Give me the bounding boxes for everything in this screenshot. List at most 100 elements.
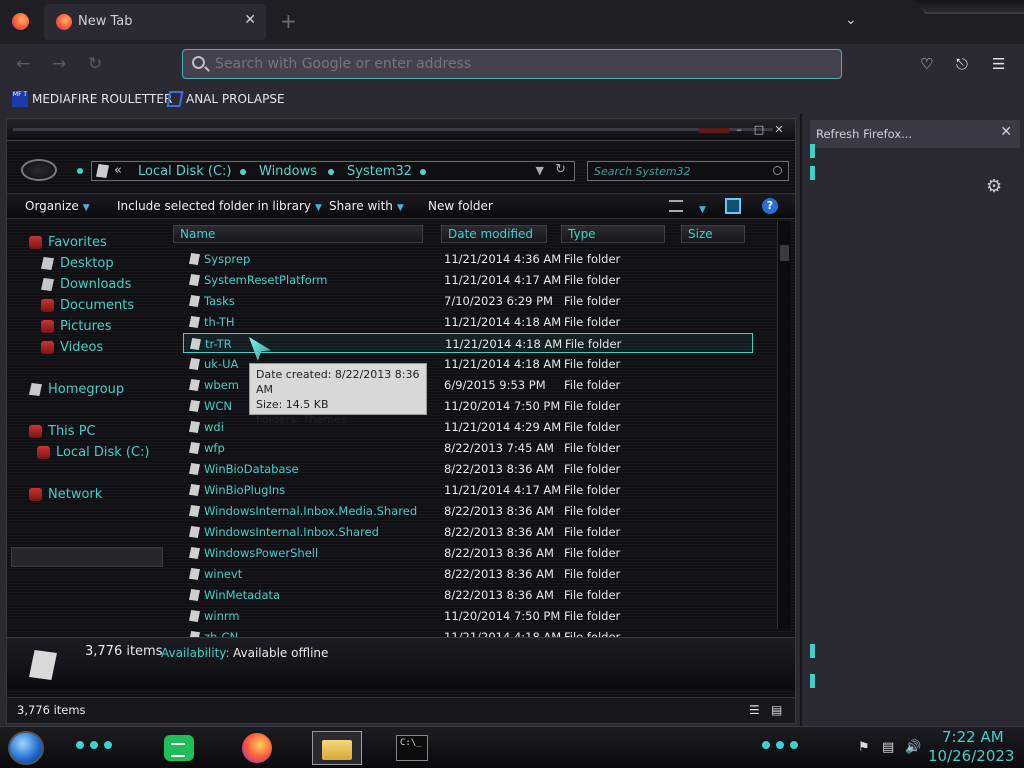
new-folder-button[interactable]: New folder — [428, 199, 493, 213]
organize-button[interactable]: Organize ▼ — [25, 199, 90, 213]
help-icon[interactable]: ? — [762, 198, 778, 214]
search-input[interactable]: Search System32 — [587, 161, 789, 181]
column-header-name[interactable]: Name — [173, 225, 423, 243]
bookmark-mediafire[interactable]: MF T MEDIAFIRE ROULETTER — [12, 91, 172, 107]
table-row[interactable]: WindowsInternal.Inbox.Shared 8/22/2013 8:… — [183, 522, 753, 542]
pocket-icon[interactable]: ♡ — [920, 55, 933, 73]
column-header-size[interactable]: Size — [681, 225, 745, 243]
list-all-tabs-chevron-icon[interactable]: ⌄ — [845, 12, 857, 28]
url-input[interactable] — [215, 56, 815, 72]
include-in-library-button[interactable]: Include selected folder in library ▼ — [117, 199, 322, 213]
overflow-chevron-icon[interactable]: « — [114, 163, 122, 178]
table-row[interactable]: th-TH 11/21/2014 4:18 AM File folder — [183, 312, 753, 332]
table-row[interactable]: SystemResetPlatform 11/21/2014 4:17 AM Fil… — [183, 270, 753, 290]
folder-icon — [189, 547, 200, 559]
bookmark-second[interactable]: ANAL PROLAPSE — [166, 91, 285, 107]
column-header-date[interactable]: Date modified — [441, 225, 547, 243]
table-row[interactable]: WinBioPlugIns 11/21/2014 4:17 AM File fold… — [183, 480, 753, 500]
back-arrow-icon[interactable]: ← — [16, 54, 30, 74]
nav-item-favorites[interactable]: Favorites — [29, 235, 107, 250]
refresh-firefox-notification[interactable]: Refresh Firefox... ✕ — [810, 120, 1020, 148]
clock-date[interactable]: 10/26/2023 — [928, 747, 1014, 765]
menu-hamburger-icon[interactable]: ☰ — [992, 55, 1005, 73]
network-icon[interactable]: ▤ — [882, 740, 894, 755]
tab-new-tab[interactable]: New Tab ✕ — [44, 4, 266, 40]
url-bar[interactable] — [182, 49, 842, 79]
folder-large-icon — [29, 650, 57, 680]
address-row: « Local Disk (C:) Windows System32 ▼ ↻ S… — [7, 157, 795, 185]
row-name: WindowsInternal.Inbox.Media.Shared — [204, 504, 418, 518]
refresh-icon[interactable]: ↻ — [555, 162, 566, 177]
change-view-icon[interactable] — [669, 200, 683, 212]
vertical-scrollbar[interactable] — [777, 221, 791, 629]
taskbar-decoration — [76, 741, 84, 749]
address-dropdown-icon[interactable]: ▼ — [536, 164, 544, 177]
new-tab-button[interactable]: + — [280, 9, 297, 33]
back-forward-orb-icon[interactable] — [21, 159, 57, 181]
table-row[interactable]: WinMetadata 8/22/2013 8:36 AM File folder — [183, 585, 753, 605]
table-row[interactable]: wfp 8/22/2013 7:45 AM File folder — [183, 438, 753, 458]
command-prompt-icon[interactable]: C:\_ — [396, 735, 428, 761]
breadcrumb-separator-icon[interactable] — [328, 169, 334, 175]
gear-icon[interactable]: ⚙ — [986, 176, 1002, 197]
nav-item-local-disk[interactable]: Local Disk (C:) — [37, 445, 149, 460]
breadcrumb-windows[interactable]: Windows — [259, 164, 317, 179]
table-row[interactable]: WinBioDatabase 8/22/2013 8:36 AM File fold… — [183, 459, 753, 479]
table-row[interactable]: winrm 11/20/2014 7:50 PM File folder — [183, 606, 753, 626]
table-row[interactable]: winevt 8/22/2013 8:36 AM File folder — [183, 564, 753, 584]
navigation-pane: Favorites Desktop Downloads Documents Pi… — [7, 221, 167, 631]
folder-icon — [189, 610, 200, 622]
column-header-type[interactable]: Type — [561, 225, 665, 243]
nav-item-homegroup[interactable]: Homegroup — [29, 382, 124, 397]
details-view-icon[interactable]: ☰ — [749, 703, 760, 717]
view-options-chevron-icon[interactable]: ▼ — [695, 201, 706, 215]
table-row[interactable]: WindowsPowerShell 8/22/2013 8:36 AM File f… — [183, 543, 753, 563]
volume-icon[interactable]: 🔊 — [905, 740, 921, 755]
extensions-icon[interactable]: ⎋ — [956, 55, 968, 73]
close-icon[interactable]: ✕ — [769, 124, 789, 136]
breadcrumb-separator-icon[interactable] — [420, 169, 426, 175]
row-type: File folder — [564, 294, 621, 308]
maximize-icon[interactable]: □ — [749, 124, 769, 136]
nav-item-videos[interactable]: Videos — [41, 340, 103, 355]
row-name: wbem — [204, 378, 239, 392]
minimize-icon[interactable]: – — [729, 124, 749, 136]
reload-icon[interactable]: ↻ — [88, 54, 102, 74]
scroll-thumb[interactable] — [780, 245, 789, 261]
tab-close-icon[interactable]: ✕ — [244, 12, 256, 28]
preview-pane-icon[interactable] — [725, 198, 741, 214]
folder-icon — [189, 400, 200, 412]
tooltip-folders: Folders: Themes — [256, 413, 347, 426]
notes-app-icon[interactable] — [164, 735, 194, 761]
breadcrumb-local-disk[interactable]: Local Disk (C:) — [138, 164, 231, 179]
share-with-button[interactable]: Share with ▼ — [329, 199, 404, 213]
row-date: 11/21/2014 4:18 AM — [444, 357, 562, 371]
breadcrumb-system32[interactable]: System32 — [347, 164, 412, 179]
file-explorer-taskbar-icon[interactable] — [312, 731, 362, 765]
navigation-toolbar: ← → ↻ ♡ ⎋ ☰ — [0, 44, 1024, 86]
nav-item-this-pc[interactable]: This PC — [29, 424, 96, 439]
flag-icon[interactable]: ⚑ — [858, 740, 870, 755]
nav-item-network[interactable]: Network — [29, 487, 102, 502]
clock-time[interactable]: 7:22 AM — [942, 728, 1004, 746]
firefox-taskbar-icon[interactable] — [242, 733, 272, 763]
row-date: 11/21/2014 4:17 AM — [444, 273, 562, 287]
breadcrumb-separator-icon[interactable] — [240, 169, 246, 175]
nav-item-pictures[interactable]: Pictures — [41, 319, 111, 334]
start-button-icon[interactable] — [8, 731, 44, 765]
table-row[interactable]: WindowsInternal.Inbox.Media.Shared 8/22/2… — [183, 501, 753, 521]
nav-item-downloads[interactable]: Downloads — [41, 277, 131, 292]
row-type: File folder — [564, 441, 621, 455]
table-row[interactable]: Tasks 7/10/2023 6:29 PM File folder — [183, 291, 753, 311]
close-icon[interactable]: ✕ — [1000, 124, 1012, 140]
large-icons-view-icon[interactable]: ▤ — [771, 703, 782, 717]
history-dropdown-icon[interactable] — [77, 168, 83, 174]
search-icon[interactable] — [773, 166, 782, 175]
firefox-view-icon[interactable] — [12, 13, 29, 30]
nav-item-desktop[interactable]: Desktop — [41, 256, 114, 271]
table-row[interactable]: Sysprep 11/21/2014 4:36 AM File folder — [183, 249, 753, 269]
address-bar[interactable]: « Local Disk (C:) Windows System32 ▼ ↻ — [91, 161, 575, 181]
availability-value: Available offline — [233, 646, 329, 660]
nav-item-documents[interactable]: Documents — [41, 298, 134, 313]
forward-arrow-icon[interactable]: → — [52, 54, 66, 74]
